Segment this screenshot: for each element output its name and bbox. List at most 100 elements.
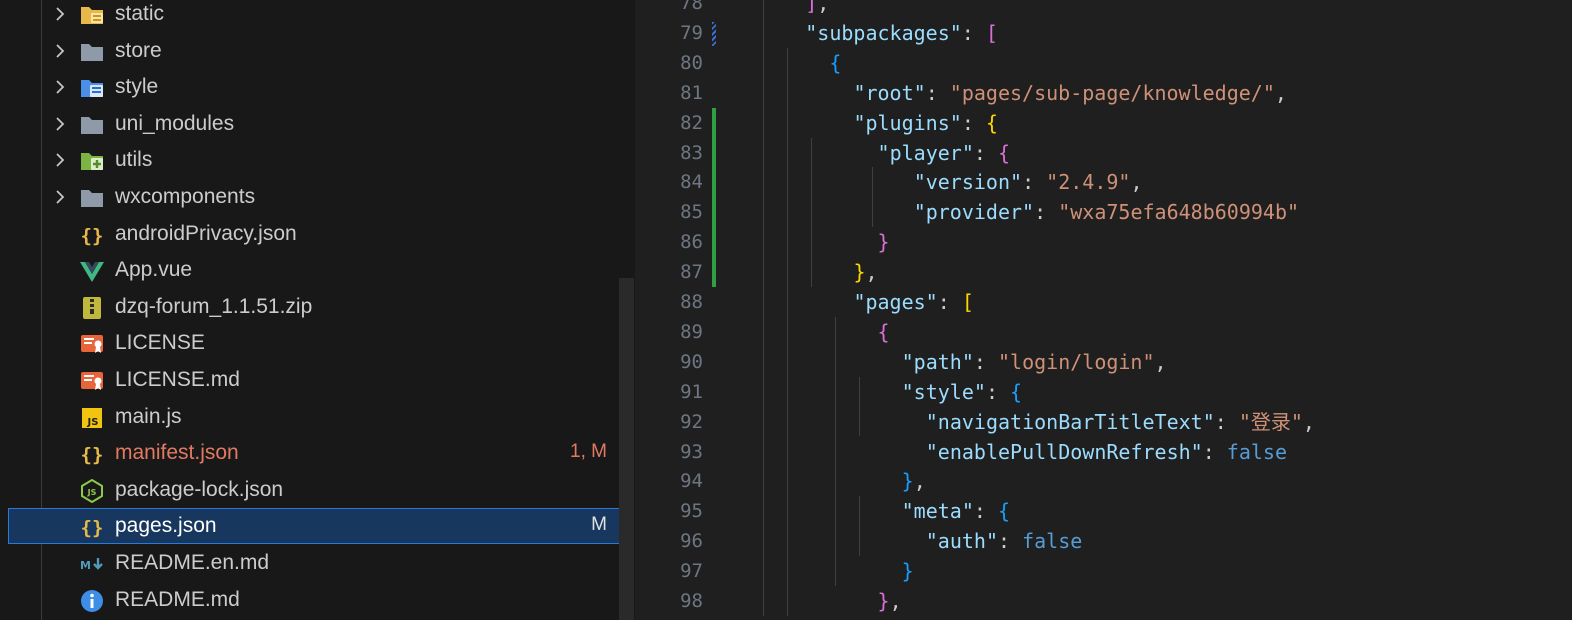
json-icon: {}	[79, 515, 105, 539]
code-line[interactable]: },	[878, 586, 902, 616]
code-token: "wxa75efa648b60994b"	[1058, 200, 1300, 225]
line-number: 95	[680, 500, 703, 523]
code-line[interactable]: },	[853, 257, 877, 287]
code-token: :	[1022, 170, 1047, 195]
code-line[interactable]: "root": "pages/sub-page/knowledge/",	[853, 78, 1287, 108]
file-name-label: androidPrivacy.json	[115, 221, 297, 245]
code-line[interactable]: "path": "login/login",	[902, 347, 1167, 377]
code-token: "path"	[901, 349, 974, 374]
code-line[interactable]: },	[902, 466, 926, 496]
file-name-label: LICENSE	[115, 331, 205, 355]
file-row[interactable]: M README.en.md	[8, 545, 634, 581]
code-line[interactable]: "navigationBarTitleText": "登录",	[926, 407, 1315, 437]
code-line[interactable]: "enablePullDownRefresh": false	[926, 437, 1287, 467]
code-token: "pages"	[853, 290, 938, 314]
chevron-right-icon[interactable]	[51, 151, 69, 169]
file-name-label: pages.json	[115, 514, 217, 538]
code-token: }	[901, 469, 914, 494]
svg-text:JS: JS	[87, 488, 97, 497]
line-number: 87	[680, 261, 703, 284]
folder-row[interactable]: static	[8, 0, 634, 32]
sidebar-scrollbar[interactable]	[619, 278, 634, 620]
code-editor[interactable]: 78 79 80 81 82 83 84 85 86 87 88 89 90 91 92 93 94 95 96 97…	[635, 0, 1572, 620]
chevron-right-icon[interactable]	[51, 42, 69, 60]
code-line[interactable]: }	[902, 556, 914, 586]
code-token: "subpackages"	[805, 20, 962, 45]
file-row[interactable]: LICENSE	[8, 325, 634, 361]
git-modified-marker[interactable]	[712, 21, 716, 46]
chevron-right-icon[interactable]	[51, 78, 69, 96]
file-name-label: App.vue	[115, 258, 193, 282]
indent-guide	[787, 47, 789, 616]
code-line[interactable]: "subpackages": [	[805, 18, 998, 48]
code-line[interactable]: "provider": "wxa75efa648b60994b"	[914, 197, 1299, 227]
code-token: }	[901, 559, 914, 584]
file-row[interactable]: {} manifest.json 1, M	[8, 435, 634, 471]
code-token: :	[925, 80, 950, 105]
folder-row[interactable]: uni_modules	[8, 106, 634, 142]
file-name-label: uni_modules	[115, 111, 235, 135]
chevron-right-icon[interactable]	[51, 115, 69, 133]
code-token: "provider"	[913, 200, 1035, 225]
line-number: 93	[680, 440, 703, 463]
git-added-marker[interactable]	[712, 107, 716, 287]
file-name-label: dzq-forum_1.1.51.zip	[115, 294, 313, 318]
line-number: 85	[680, 201, 703, 224]
code-token: {	[877, 319, 890, 344]
file-row[interactable]: dzq-forum_1.1.51.zip	[8, 289, 634, 325]
folder-utils-icon	[79, 149, 105, 173]
svg-text:JS: JS	[87, 417, 99, 428]
file-row[interactable]: LICENSE.md	[8, 362, 634, 398]
code-token: "登录"	[1238, 409, 1303, 434]
code-line[interactable]: "version": "2.4.9",	[914, 167, 1143, 197]
code-token: "version"	[913, 170, 1023, 195]
file-row[interactable]: App.vue	[8, 252, 634, 288]
nodejs-icon: JS	[79, 478, 105, 503]
folder-row[interactable]: utils	[8, 142, 634, 178]
file-name-label: LICENSE.md	[115, 368, 240, 391]
chevron-right-icon[interactable]	[51, 188, 69, 206]
code-line[interactable]: "auth": false	[926, 526, 1083, 556]
code-line[interactable]: {	[878, 317, 890, 347]
code-line[interactable]: "player": {	[878, 138, 1010, 168]
folder-row[interactable]: wxcomponents	[8, 179, 634, 215]
code-line[interactable]: ],	[805, 0, 829, 18]
line-number: 90	[680, 350, 703, 373]
code-line[interactable]: "style": {	[902, 377, 1022, 407]
folder-style-icon	[79, 76, 105, 100]
file-name-label: README.en.md	[115, 551, 270, 574]
line-number: 86	[680, 231, 703, 254]
code-line[interactable]: "meta": {	[902, 496, 1010, 526]
code-token: }	[877, 230, 890, 255]
line-number: 78	[680, 0, 703, 14]
code-line[interactable]: "plugins": {	[853, 108, 998, 138]
folder-row[interactable]: store	[8, 33, 634, 69]
file-row[interactable]: JS package-lock.json	[8, 472, 634, 508]
code-line[interactable]: "pages": [	[853, 287, 973, 317]
code-token: ,	[817, 0, 830, 15]
code-token: :	[973, 349, 998, 374]
line-number: 84	[680, 171, 703, 194]
code-token: :	[973, 140, 998, 165]
code-token: "root"	[853, 80, 926, 105]
line-number: 82	[680, 111, 703, 134]
line-number: 80	[680, 51, 703, 74]
file-row[interactable]: README.md	[8, 582, 634, 618]
folder-row[interactable]: style	[8, 69, 634, 105]
line-number: 79	[680, 21, 703, 44]
code-token: :	[1202, 439, 1227, 464]
code-line[interactable]: }	[878, 227, 890, 257]
code-token: "player"	[877, 140, 974, 165]
file-row[interactable]: {} pages.json M	[8, 508, 634, 545]
svg-text:{}: {}	[81, 444, 104, 466]
code-token: ,	[913, 469, 926, 494]
code-token: ,	[1154, 349, 1167, 374]
code-line[interactable]: {	[829, 48, 841, 78]
code-token: [	[985, 20, 998, 45]
file-row[interactable]: {} androidPrivacy.json	[8, 216, 634, 252]
file-row[interactable]: JS main.js	[8, 399, 634, 435]
line-number: 89	[680, 320, 703, 343]
git-status-badge: M	[591, 514, 607, 536]
file-name-label: package-lock.json	[115, 477, 284, 501]
chevron-right-icon[interactable]	[51, 5, 69, 23]
